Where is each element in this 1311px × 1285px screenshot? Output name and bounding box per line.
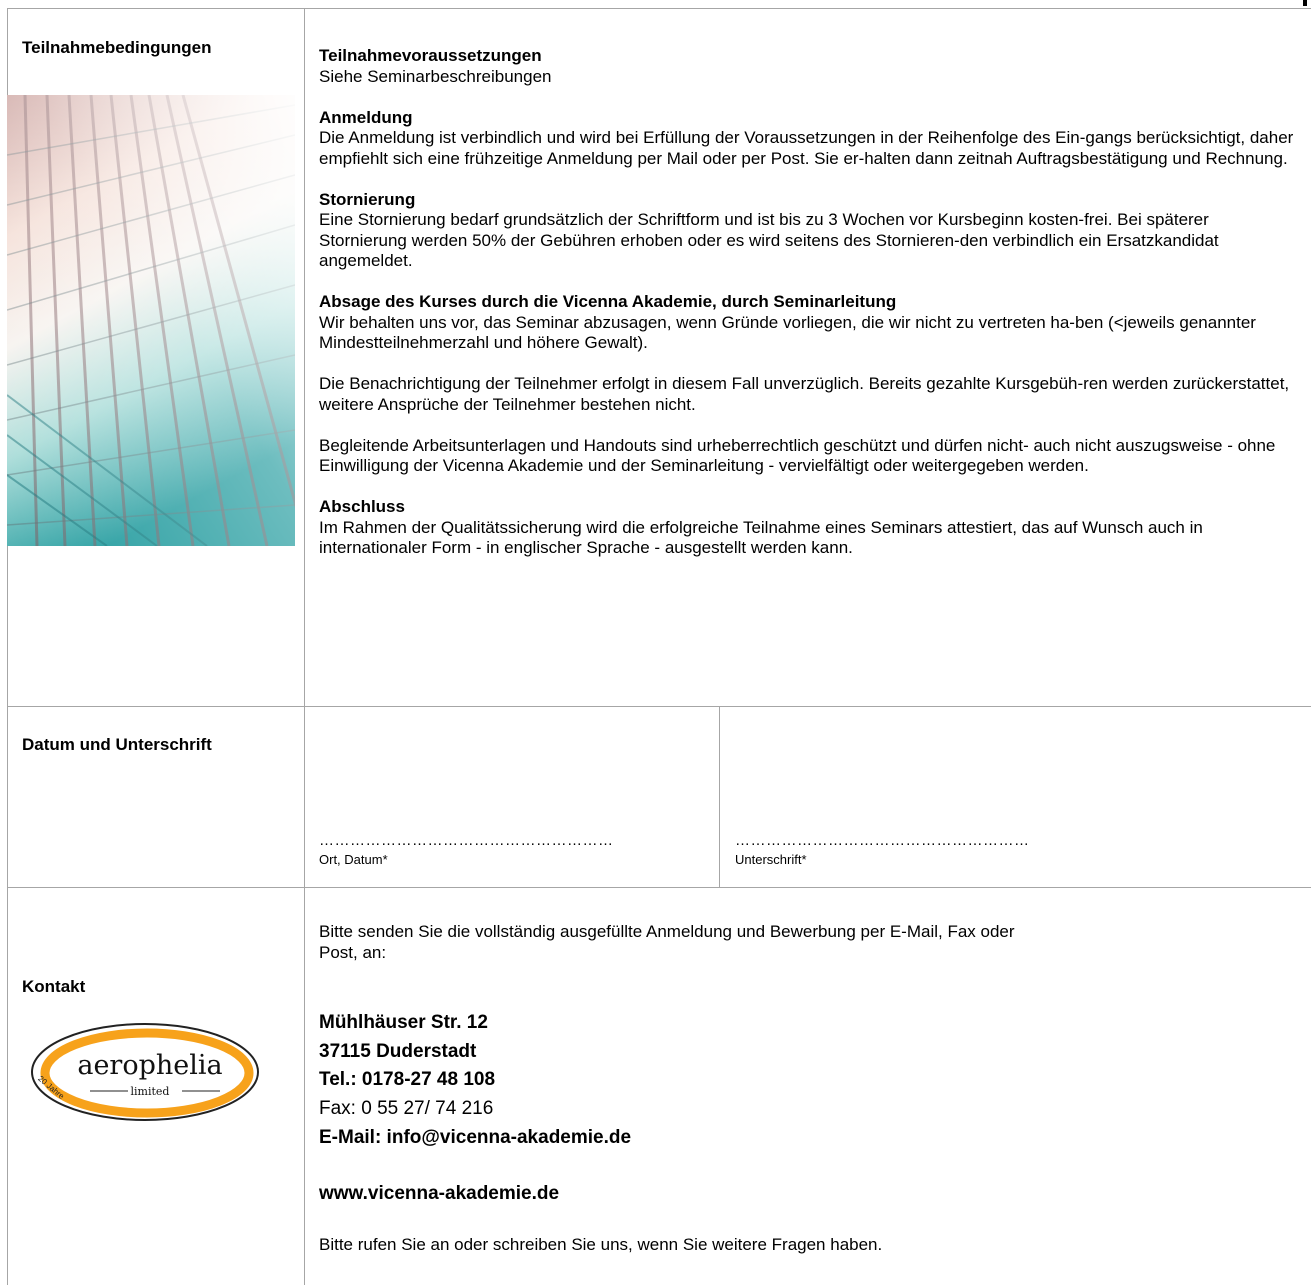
- corner-mark: [1303, 0, 1307, 6]
- terms-label: Teilnahmebedingungen: [22, 38, 212, 57]
- place-date-label: Ort, Datum*: [319, 852, 388, 867]
- registration-heading: Anmeldung: [319, 107, 413, 127]
- contact-block: Bitte senden Sie die vollständig ausgefü…: [319, 922, 1301, 1285]
- signature-divider: [719, 706, 720, 887]
- logo-wordmark: aerophelia: [77, 1050, 223, 1081]
- contact-intro: Bitte senden Sie die vollständig ausgefü…: [319, 922, 1015, 962]
- signature-label: Unterschrift*: [735, 852, 807, 867]
- contact-city: 37115 Duderstadt: [319, 1041, 477, 1062]
- completion-heading: Abschluss: [319, 497, 405, 516]
- notification-text: Die Benachrichtigung der Teilnehmer erfo…: [319, 374, 1290, 414]
- contact-phone[interactable]: Tel.: 0178-27 48 108: [319, 1069, 495, 1091]
- contact-website[interactable]: www.vicenna-akademie.de: [319, 1183, 559, 1205]
- row-divider-2: [7, 887, 1311, 888]
- logo-subtitle: limited: [130, 1085, 170, 1098]
- contact-email[interactable]: E-Mail: info@vicenna-akademie.de: [319, 1127, 631, 1149]
- place-date-line[interactable]: …………………………………………………: [319, 832, 614, 849]
- top-border: [7, 8, 1311, 9]
- cancellation-heading: Stornierung: [319, 189, 416, 209]
- prerequisites-heading: Teilnahmevoraussetzungen: [319, 46, 542, 65]
- aerophelia-logo: aerophelia limited 20 Jahre: [30, 1022, 260, 1122]
- copyright-text: Begleitende Arbeitsunterlagen und Handou…: [319, 435, 1276, 476]
- date-signature-label: Datum und Unterschrift: [22, 735, 212, 754]
- column-divider: [304, 8, 305, 1285]
- contact-label: Kontakt: [22, 977, 86, 996]
- contact-fax: Fax: 0 55 27/ 74 216: [319, 1098, 494, 1119]
- prerequisites-text: Siehe Seminarbeschreibungen: [319, 66, 552, 86]
- registration-text: Die Anmeldung ist verbindlich und wird b…: [319, 128, 1294, 168]
- row-divider-1: [7, 706, 1311, 707]
- course-cancellation-heading: Absage des Kurses durch die Vicenna Akad…: [319, 292, 897, 311]
- signature-line[interactable]: …………………………………………………: [735, 832, 1030, 849]
- building-photo: [7, 95, 295, 546]
- contact-closing: Bitte rufen Sie an oder schreiben Sie un…: [319, 1235, 883, 1254]
- terms-content: Teilnahmevoraussetzungen Siehe Seminarbe…: [319, 46, 1301, 559]
- completion-text: Im Rahmen der Qualitätssicherung wird di…: [319, 517, 1203, 558]
- cancellation-text: Eine Stornierung bedarf grundsätzlich de…: [319, 210, 1219, 270]
- course-cancellation-text: Wir behalten uns vor, das Seminar abzusa…: [319, 312, 1256, 353]
- contact-street: Mühlhäuser Str. 12: [319, 1012, 488, 1033]
